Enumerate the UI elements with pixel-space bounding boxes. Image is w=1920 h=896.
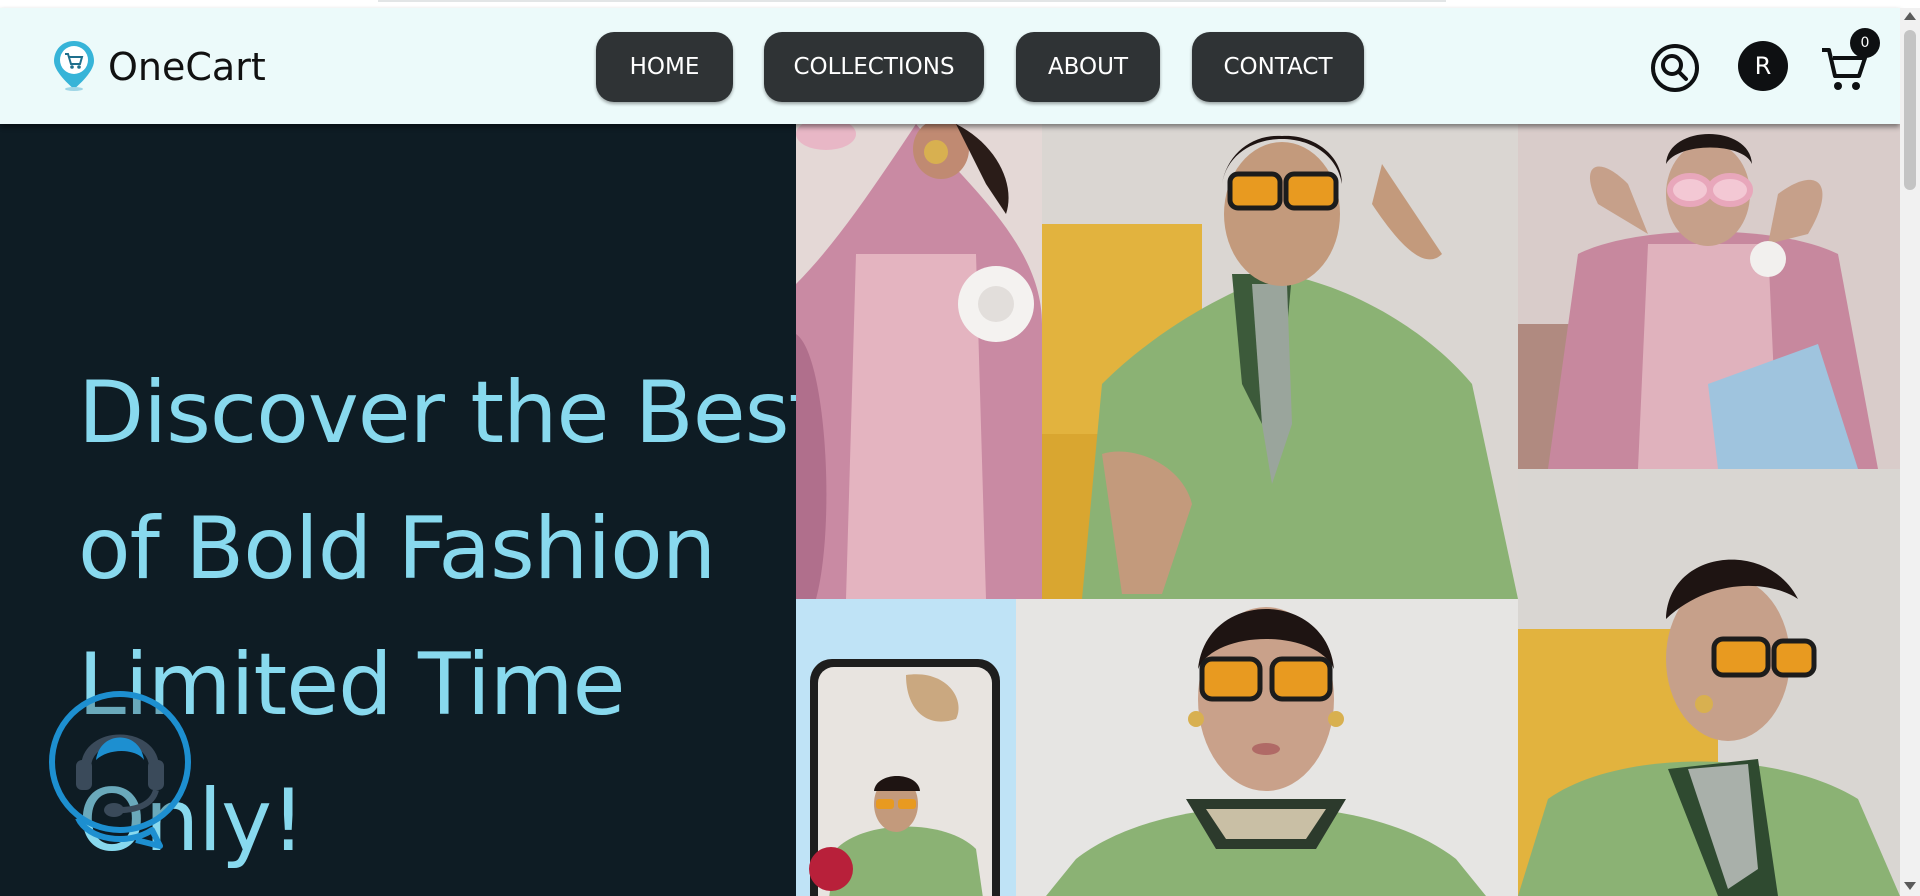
page-scrollbar[interactable] bbox=[1900, 8, 1920, 896]
fashion-photo-scarf-portrait bbox=[1016, 599, 1518, 896]
browser-top-strip bbox=[0, 0, 1920, 8]
user-avatar[interactable]: R bbox=[1738, 41, 1788, 91]
fashion-photo-collage bbox=[796, 124, 1900, 896]
fashion-photo-phone-mockup bbox=[796, 599, 1016, 896]
search-icon[interactable] bbox=[1650, 43, 1700, 93]
fashion-photo-pink-jacket-closeup bbox=[796, 124, 1042, 599]
nav-collections-button[interactable]: COLLECTIONS bbox=[764, 32, 984, 102]
brand[interactable]: OneCart bbox=[52, 39, 266, 95]
cart-location-pin-icon bbox=[52, 39, 96, 95]
cart-count-badge: 0 bbox=[1850, 28, 1880, 58]
site-header: OneCart HOME COLLECTIONS ABOUT CONTACT R… bbox=[0, 8, 1900, 124]
top-divider bbox=[378, 0, 1446, 2]
customer-support-headset-icon[interactable] bbox=[48, 690, 193, 860]
nav-contact-button[interactable]: CONTACT bbox=[1192, 32, 1364, 102]
brand-name: OneCart bbox=[108, 45, 266, 89]
scroll-down-arrow-icon[interactable] bbox=[1904, 882, 1916, 890]
nav-home-button[interactable]: HOME bbox=[596, 32, 733, 102]
hero-heading-line: Discover the Best bbox=[78, 363, 822, 463]
fashion-photo-yellow-chair-portrait bbox=[1518, 469, 1900, 896]
hero-heading-line: of Bold Fashion bbox=[78, 499, 716, 599]
nav-about-button[interactable]: ABOUT bbox=[1016, 32, 1160, 102]
scroll-up-arrow-icon[interactable] bbox=[1904, 12, 1916, 20]
fashion-photo-pink-sunglasses bbox=[1518, 124, 1900, 469]
scrollbar-thumb[interactable] bbox=[1904, 30, 1916, 190]
fashion-photo-green-shirt-yellow-glasses bbox=[1042, 124, 1518, 599]
